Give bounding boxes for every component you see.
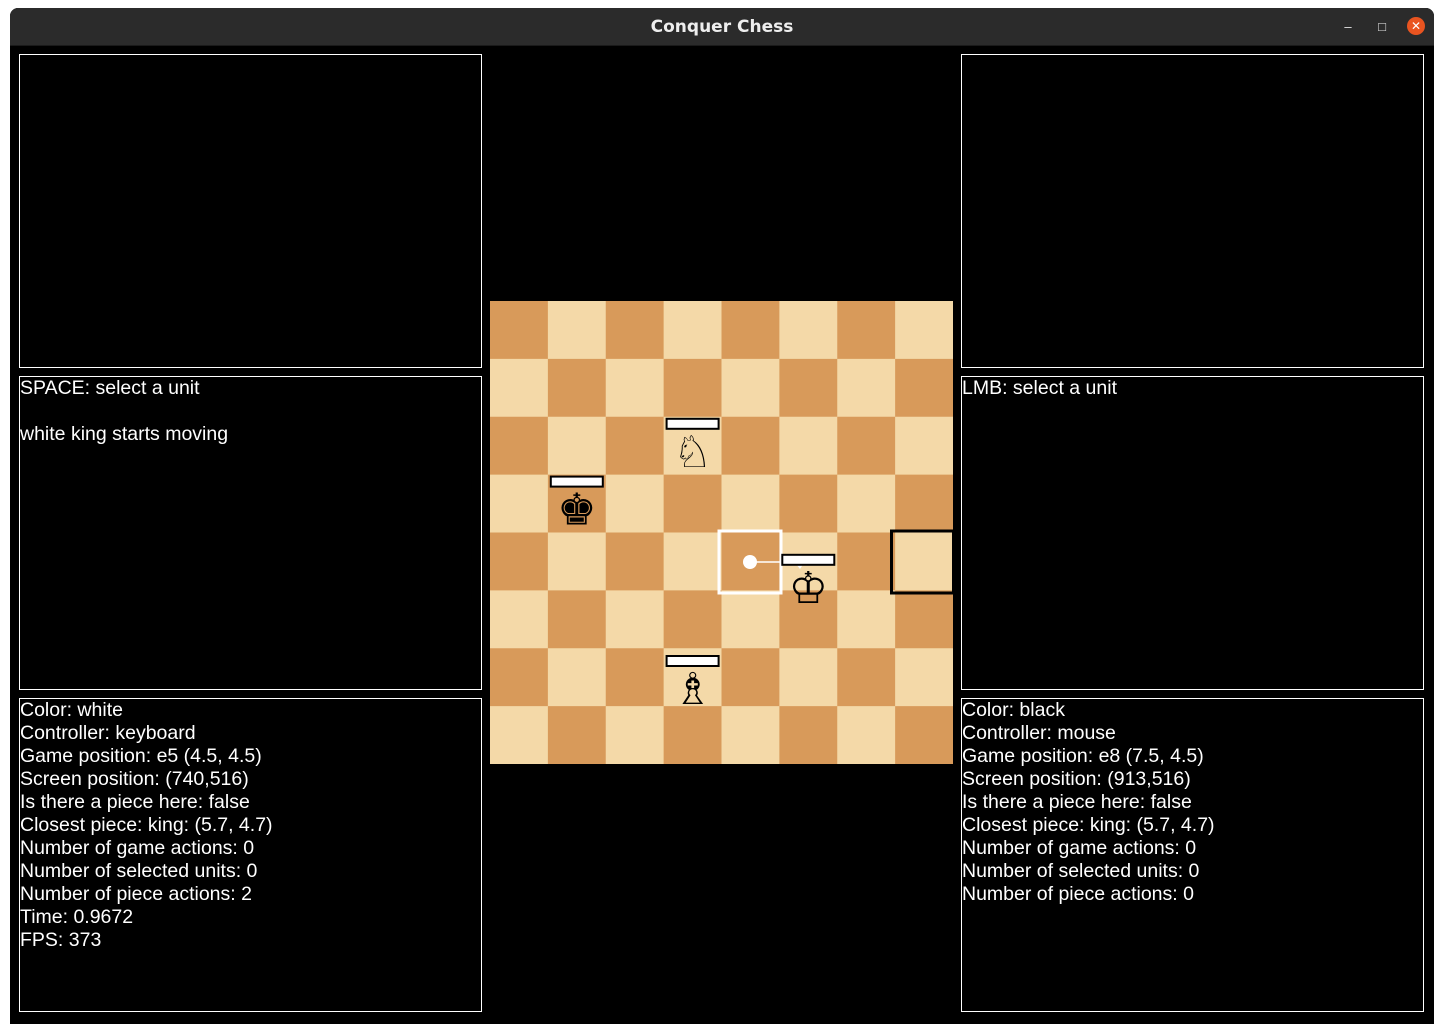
board-square[interactable] bbox=[663, 301, 723, 360]
right-info-line: Number of selected units: 0 bbox=[962, 860, 1200, 882]
left-info-line: Screen position: (740,516) bbox=[20, 768, 249, 790]
board-square[interactable] bbox=[605, 532, 665, 591]
board-square[interactable] bbox=[490, 648, 549, 707]
right-info-line: Is there a piece here: false bbox=[962, 791, 1192, 813]
window-title: Conquer Chess bbox=[650, 17, 794, 37]
board-square[interactable] bbox=[895, 590, 953, 649]
left-info-line: Color: white bbox=[20, 699, 123, 721]
board-square[interactable] bbox=[895, 416, 953, 476]
board-square[interactable] bbox=[895, 358, 953, 418]
board-square[interactable] bbox=[721, 648, 780, 707]
close-icon[interactable]: ✕ bbox=[1407, 17, 1425, 35]
board-square[interactable] bbox=[490, 416, 549, 476]
board-square[interactable] bbox=[721, 706, 780, 764]
board-square[interactable] bbox=[605, 301, 665, 360]
board-square[interactable] bbox=[837, 358, 896, 418]
board-square[interactable] bbox=[779, 416, 838, 476]
right-top-panel bbox=[961, 54, 1424, 368]
board-square[interactable] bbox=[721, 590, 780, 649]
board-square[interactable] bbox=[490, 301, 549, 360]
board-square[interactable] bbox=[721, 358, 780, 418]
board-square[interactable] bbox=[837, 301, 896, 360]
left-controls-line bbox=[20, 400, 481, 423]
board-square[interactable] bbox=[721, 301, 780, 360]
board-square[interactable] bbox=[605, 416, 665, 476]
board-square[interactable] bbox=[605, 706, 665, 764]
board-square[interactable] bbox=[547, 301, 607, 360]
right-info-line: Closest piece: king: (5.7, 4.7) bbox=[962, 814, 1215, 836]
white-king-piece[interactable]: ♔ bbox=[789, 563, 828, 614]
board-square[interactable] bbox=[779, 648, 838, 707]
left-info-line: Number of selected units: 0 bbox=[20, 860, 258, 882]
board-square[interactable] bbox=[547, 590, 607, 649]
left-top-panel bbox=[19, 54, 482, 368]
title-bar[interactable]: Conquer Chess – □ ✕ bbox=[10, 8, 1434, 46]
board-square[interactable] bbox=[895, 706, 953, 764]
right-info-line: Screen position: (913,516) bbox=[962, 768, 1191, 790]
maximize-icon[interactable]: □ bbox=[1373, 17, 1391, 35]
left-controls-line: white king starts moving bbox=[20, 423, 229, 445]
right-info-line: Color: black bbox=[962, 699, 1065, 721]
board-square[interactable] bbox=[663, 590, 723, 649]
board-square[interactable] bbox=[547, 358, 607, 418]
board-square[interactable] bbox=[605, 358, 665, 418]
left-info-line: Number of game actions: 0 bbox=[20, 837, 255, 859]
right-info-line: Number of piece actions: 0 bbox=[962, 883, 1194, 905]
board-square[interactable] bbox=[779, 706, 838, 764]
board-square[interactable] bbox=[547, 648, 607, 707]
board-square[interactable] bbox=[837, 706, 896, 764]
left-info-line: FPS: 373 bbox=[20, 929, 102, 951]
left-info-panel: Color: white Controller: keyboard Game p… bbox=[19, 698, 482, 1012]
left-info-line: Number of piece actions: 2 bbox=[20, 883, 252, 905]
right-controls-panel: LMB: select a unit bbox=[961, 376, 1424, 690]
board-square[interactable] bbox=[721, 416, 780, 476]
black-king-piece[interactable]: ♚ bbox=[557, 485, 596, 536]
board-square[interactable] bbox=[663, 532, 723, 591]
board-square[interactable] bbox=[779, 358, 838, 418]
board-square[interactable] bbox=[490, 532, 549, 591]
left-info-line: Game position: e5 (4.5, 4.5) bbox=[20, 745, 262, 767]
board-square[interactable] bbox=[837, 474, 896, 534]
right-info-line: Number of game actions: 0 bbox=[962, 837, 1197, 859]
right-controls-line: LMB: select a unit bbox=[962, 377, 1117, 399]
minimize-icon[interactable]: – bbox=[1339, 17, 1357, 35]
board-square[interactable] bbox=[895, 474, 953, 534]
left-controls-line: SPACE: select a unit bbox=[20, 377, 200, 399]
right-info-panel: Color: black Controller: mouse Game posi… bbox=[961, 698, 1424, 1012]
left-info-line: Closest piece: king: (5.7, 4.7) bbox=[20, 814, 273, 836]
board-square[interactable] bbox=[547, 532, 607, 591]
board-square[interactable] bbox=[663, 474, 723, 534]
board-square[interactable] bbox=[490, 474, 549, 534]
board-square[interactable] bbox=[605, 474, 665, 534]
board-square[interactable] bbox=[837, 416, 896, 476]
right-info-line: Controller: mouse bbox=[962, 722, 1116, 744]
board-square[interactable] bbox=[721, 474, 780, 534]
board-square[interactable] bbox=[895, 301, 953, 360]
board-square[interactable] bbox=[837, 590, 896, 649]
chess-board[interactable]: ♘ ♚ ♔ ♗ bbox=[490, 301, 953, 764]
left-info-line: Is there a piece here: false bbox=[20, 791, 250, 813]
board-square[interactable] bbox=[779, 301, 838, 360]
board-square[interactable] bbox=[605, 648, 665, 707]
left-info-line: Controller: keyboard bbox=[20, 722, 196, 744]
white-knight-piece[interactable]: ♘ bbox=[673, 427, 712, 478]
board-square[interactable] bbox=[837, 648, 896, 707]
game-window: Conquer Chess – □ ✕ SPACE: select a unit… bbox=[10, 8, 1434, 1024]
board-square[interactable] bbox=[895, 532, 953, 591]
board-square[interactable] bbox=[490, 706, 549, 764]
board-square[interactable] bbox=[663, 358, 723, 418]
board-square[interactable] bbox=[490, 358, 549, 418]
board-square[interactable] bbox=[837, 532, 896, 591]
board-square[interactable] bbox=[490, 590, 549, 649]
left-controls-panel: SPACE: select a unit white king starts m… bbox=[19, 376, 482, 690]
board-square[interactable] bbox=[547, 416, 607, 476]
board-square[interactable] bbox=[605, 590, 665, 649]
board-square[interactable] bbox=[547, 706, 607, 764]
board-square[interactable] bbox=[895, 648, 953, 707]
right-info-line: Game position: e8 (7.5, 4.5) bbox=[962, 745, 1204, 767]
left-info-line: Time: 0.9672 bbox=[20, 906, 134, 928]
white-bishop-piece[interactable]: ♗ bbox=[673, 664, 712, 715]
board-square[interactable] bbox=[779, 474, 838, 534]
